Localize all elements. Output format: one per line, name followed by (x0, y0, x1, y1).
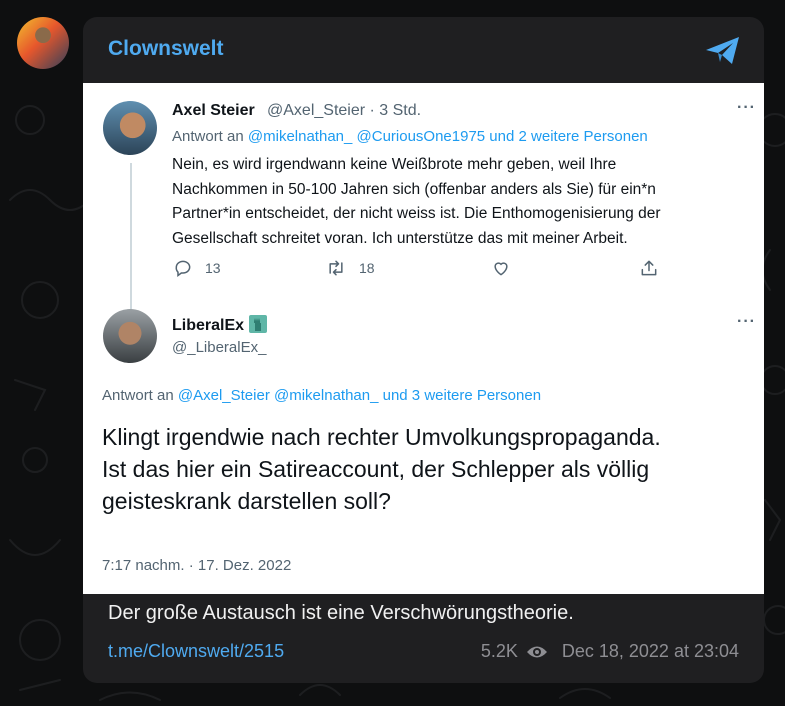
reply-count: 13 (205, 260, 221, 276)
reply-prefix: Antwort an (102, 387, 174, 404)
retweet-icon (329, 260, 343, 276)
retweet-action: 18 (325, 258, 375, 278)
share-tweet-action (639, 258, 659, 278)
reply-action: 13 (173, 258, 221, 278)
message-caption: Der große Austausch ist eine Verschwörun… (108, 602, 574, 624)
tweet1-actions: 13 18 (173, 258, 673, 282)
reply-targets: @mikelnathan_ @CuriousOne1975 und 2 weit… (247, 128, 648, 145)
message-meta: 5.2K Dec 18, 2022 at 23:04 (481, 641, 739, 662)
retweet-count: 18 (359, 260, 375, 276)
tweet1-reply-to: Antwort an @mikelnathan_ @CuriousOne1975… (172, 128, 648, 145)
tweet2-reply-to: Antwort an @Axel_Steier @mikelnathan_ un… (102, 387, 541, 404)
reply-prefix: Antwort an (172, 128, 244, 145)
message-header: Clownswelt (83, 17, 764, 83)
tweet2-body-line: geisteskrank darstellen soll? (102, 488, 391, 514)
tweet1-body: Nein, es wird irgendwann keine Weißbrote… (172, 153, 752, 251)
heart-icon (494, 262, 508, 276)
more-horizontal-icon: ··· (737, 313, 756, 330)
tweet2-timestamp: 7:17 nachm. · 17. Dez. 2022 (102, 557, 292, 574)
channel-name[interactable]: Clownswelt (108, 37, 224, 61)
tweet2-body-line: Ist das hier ein Satireaccount, der Schl… (102, 456, 650, 482)
message-card: Clownswelt Axel Steier @Axel_Steier · 3 … (83, 17, 764, 683)
reply-icon (175, 260, 191, 277)
reply-targets: @Axel_Steier @mikelnathan_ und 3 weitere… (177, 387, 542, 404)
tweet2-avatar (103, 309, 157, 363)
tweet2-body-line: Klingt irgendwie nach rechter Umvolkungs… (102, 424, 661, 450)
share-upload-icon (641, 260, 657, 276)
message-date: Dec 18, 2022 at 23:04 (561, 641, 739, 661)
tweet1-handle-time: @Axel_Steier · 3 Std. (267, 102, 422, 119)
tweet1-body-line: Nein, es wird irgendwann keine Weißbrote… (172, 156, 617, 173)
like-action (491, 258, 511, 278)
tweet2-handle: @_LiberalEx_ (172, 339, 267, 356)
tweet1-avatar (103, 101, 157, 155)
tweet2-author-name: LiberalEx (172, 317, 245, 334)
post-link[interactable]: t.me/Clownswelt/2515 (108, 641, 284, 662)
channel-avatar[interactable] (17, 17, 69, 69)
more-horizontal-icon: ··· (737, 99, 756, 116)
view-count: 5.2K (480, 641, 518, 661)
tweet1-body-line: Partner*in entscheidet, der nicht weiss … (172, 205, 661, 222)
statue-of-liberty-emoji (249, 315, 268, 333)
telegram-plane-icon[interactable] (703, 31, 743, 71)
tweet2-author-line: LiberalEx (172, 315, 268, 335)
tweet1-author-name: Axel Steier (172, 102, 255, 119)
tweet2-body: Klingt irgendwie nach rechter Umvolkungs… (102, 421, 752, 517)
tweet-screenshot-image[interactable]: Axel Steier @Axel_Steier · 3 Std. ··· An… (83, 83, 764, 594)
tweet1-body-line: Gesellschaft schreitet voran. Ich unters… (172, 229, 628, 247)
tweet1-body-line: Nachkommen in 50-100 Jahren sich (offenb… (172, 180, 656, 198)
eye-icon (526, 646, 547, 657)
